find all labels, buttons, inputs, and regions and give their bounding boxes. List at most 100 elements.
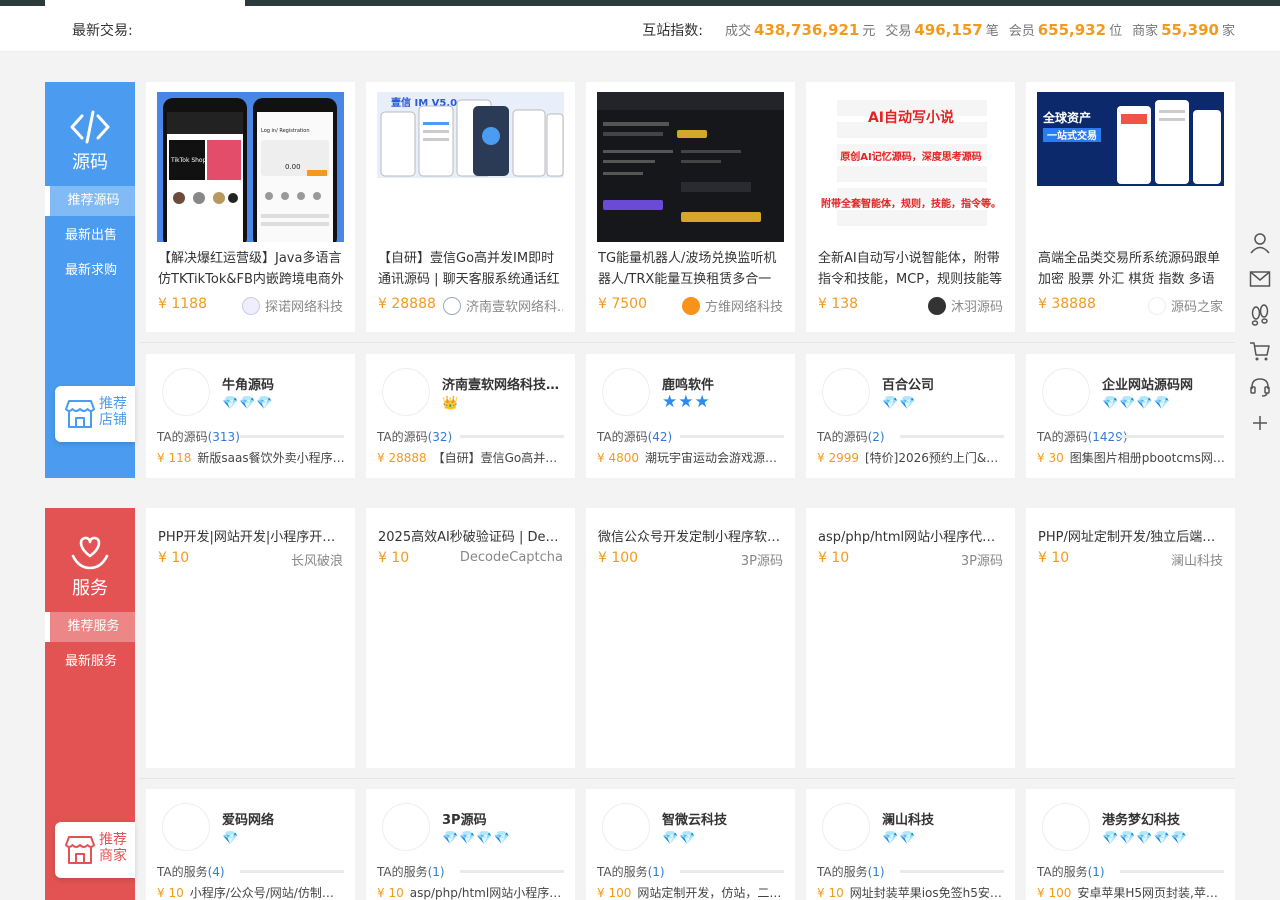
recommended-shops-button[interactable]: 推荐店铺: [55, 386, 135, 442]
merchant-logo[interactable]: [162, 803, 210, 851]
menu-latest-service[interactable]: 最新服务: [45, 647, 135, 677]
cart-icon[interactable]: [1249, 340, 1271, 362]
service-card[interactable]: PHP/网址定制开发/独立后端引流 ¥ 10 澜山科技: [1026, 508, 1235, 768]
service-seller[interactable]: 3P源码: [741, 550, 783, 569]
shop-card[interactable]: 企业网站源码网 💎💎💎💎 TA的源码(1429) ¥ 30 图集图片相册pboot…: [1026, 354, 1235, 478]
merchant-logo[interactable]: [1042, 803, 1090, 851]
shop-name[interactable]: 济南壹软网络科技有限公司: [442, 374, 564, 393]
product-thumbnail[interactable]: AI自动写小说 原创AI记忆源码，深度思考源码 附带全套智能体，规则，技能，指令…: [817, 92, 1004, 242]
shop-logo[interactable]: [162, 368, 210, 416]
shop-logo[interactable]: [602, 368, 650, 416]
merchant-card[interactable]: 港务梦幻科技 💎💎💎💎💎 TA的服务(1) ¥ 100 安卓苹果H5网页封装,苹果…: [1026, 789, 1235, 900]
service-card[interactable]: asp/php/html网站小程序代码修改 ¥ 10 3P源码: [806, 508, 1015, 768]
service-title[interactable]: 微信公众号开发定制小程序软件开发: [598, 526, 784, 545]
seller-avatar: [241, 296, 260, 315]
service-card[interactable]: PHP开发|网站开发|小程序开发|BUG修复 ¥ 10 长风破浪: [146, 508, 355, 768]
service-card[interactable]: 2025高效AI秒破验证码 | DecodeCaptcha ¥ 10 Decod…: [366, 508, 575, 768]
merchant-recent-item[interactable]: ¥ 10网址封装苹果ios免签h5安卓app: [817, 884, 1005, 900]
product-card[interactable]: 全球资产 一站式交易 高端全品类交易所系统源码跟单 加密 股票 外汇 棋货 指数…: [1026, 82, 1235, 332]
shop-card[interactable]: 百合公司 💎💎 TA的源码(2) ¥ 2999[特价]2026预约上门&预约到店…: [806, 354, 1015, 478]
shop-count: TA的源码(32): [377, 430, 453, 444]
mail-icon[interactable]: [1249, 268, 1271, 290]
recommended-merchants-label: 推荐商家: [99, 832, 127, 864]
service-title[interactable]: PHP/网址定制开发/独立后端引流: [1038, 526, 1224, 545]
merchant-name[interactable]: 爱码网络: [222, 809, 344, 828]
shop-card[interactable]: 济南壹软网络科技有限公司 👑 TA的源码(32) ¥ 28888【自研】壹信Go…: [366, 354, 575, 478]
product-thumbnail[interactable]: [597, 92, 784, 242]
product-card[interactable]: AI自动写小说 原创AI记忆源码，深度思考源码 附带全套智能体，规则，技能，指令…: [806, 82, 1015, 332]
product-seller[interactable]: 济南壹软网络科...: [443, 296, 563, 315]
source-side-panel: 源码 推荐源码 最新出售 最新求购 推荐店铺: [45, 82, 135, 478]
menu-recommended-service[interactable]: 推荐服务: [45, 612, 135, 642]
service-card[interactable]: 微信公众号开发定制小程序软件开发 ¥ 100 3P源码: [586, 508, 795, 768]
service-section-title[interactable]: 服务: [45, 574, 135, 600]
shop-name[interactable]: 鹿鸣软件: [662, 374, 784, 393]
merchant-count: TA的服务(1): [817, 865, 885, 879]
menu-latest-wanted[interactable]: 最新求购: [45, 256, 135, 286]
service-seller[interactable]: 长风破浪: [291, 550, 343, 569]
merchant-recent-item[interactable]: ¥ 100安卓苹果H5网页封装,苹果免签: [1037, 884, 1225, 900]
merchant-recent-item[interactable]: ¥ 100网站定制开发，仿站，二次开发: [597, 884, 785, 900]
shop-recent-item[interactable]: ¥ 28888【自研】壹信Go高并发IM即时通讯源码: [377, 449, 565, 466]
menu-latest-sale[interactable]: 最新出售: [45, 221, 135, 251]
shop-name[interactable]: 牛角源码: [222, 374, 344, 393]
shop-recent-item[interactable]: ¥ 30图集图片相册pbootcms网站模板: [1037, 449, 1225, 466]
product-title[interactable]: 高端全品类交易所系统源码跟单 加密 股票 外汇 棋货 指数 多语言综: [1038, 248, 1224, 290]
service-price: ¥ 100: [598, 550, 639, 566]
product-title[interactable]: 全新AI自动写小说智能体，附带指令和技能，MCP，规则技能等源码: [818, 248, 1004, 290]
merchant-name[interactable]: 港务梦幻科技: [1102, 809, 1224, 828]
product-card[interactable]: TikTok Shop Log in/ Registration 0.00 【解…: [146, 82, 355, 332]
menu-recommended-source[interactable]: 推荐源码: [45, 186, 135, 216]
merchant-logo[interactable]: [602, 803, 650, 851]
recommended-merchants-button[interactable]: 推荐商家: [55, 822, 135, 878]
footprint-icon[interactable]: [1249, 304, 1271, 326]
merchant-name[interactable]: 3P源码: [442, 809, 564, 828]
merchant-recent-item[interactable]: ¥ 10asp/php/html网站小程序代码修改: [377, 884, 565, 900]
shop-count: TA的源码(42): [597, 430, 673, 444]
merchant-logo[interactable]: [822, 803, 870, 851]
merchant-name[interactable]: 澜山科技: [882, 809, 1004, 828]
product-title[interactable]: 【解决爆红运营级】Java多语言仿TKTikTok&FB内嵌跨境电商外贸: [158, 248, 344, 290]
source-section-title[interactable]: 源码: [45, 148, 135, 174]
service-title[interactable]: PHP开发|网站开发|小程序开发|BUG修复: [158, 526, 344, 545]
shop-logo[interactable]: [1042, 368, 1090, 416]
bitcoin-icon: [681, 296, 700, 315]
product-title[interactable]: 【自研】壹信Go高并发IM即时通讯源码 | 聊天客服系统通话红包VI: [378, 248, 564, 290]
merchant-recent-item[interactable]: ¥ 10 小程序/公众号/网站/仿制开发: [157, 884, 345, 900]
product-card[interactable]: TG能量机器人/波场兑换监听机器人/TRX能量互换租赁多合一TG机 ¥ 7500…: [586, 82, 795, 332]
shop-card[interactable]: 牛角源码 💎💎💎 TA的源码(313) ¥ 118 新版saas餐饮外卖小程序源码: [146, 354, 355, 478]
product-seller[interactable]: 方维网络科技: [681, 296, 783, 315]
service-title[interactable]: 2025高效AI秒破验证码 | DecodeCaptcha: [378, 526, 564, 545]
shop-logo[interactable]: [382, 368, 430, 416]
merchant-card[interactable]: 澜山科技 💎💎 TA的服务(1) ¥ 10网址封装苹果ios免签h5安卓app: [806, 789, 1015, 900]
merchant-card[interactable]: 爱码网络 💎 TA的服务(4) ¥ 10 小程序/公众号/网站/仿制开发: [146, 789, 355, 900]
shop-count: TA的源码(2): [817, 430, 885, 444]
product-title[interactable]: TG能量机器人/波场兑换监听机器人/TRX能量互换租赁多合一TG机: [598, 248, 784, 290]
product-seller[interactable]: 沐羽源码: [927, 296, 1003, 315]
shop-recent-item[interactable]: ¥ 2999[特价]2026预约上门&预约到店系统: [817, 449, 1005, 466]
divider-line: [240, 870, 344, 873]
headset-icon[interactable]: [1249, 376, 1271, 398]
product-thumbnail[interactable]: TikTok Shop Log in/ Registration 0.00: [157, 92, 344, 242]
product-thumbnail[interactable]: 壹信 IM V5.0: [377, 92, 564, 242]
service-title[interactable]: asp/php/html网站小程序代码修改: [818, 526, 1004, 545]
shop-card[interactable]: 鹿鸣软件 ★★★ TA的源码(42) ¥ 4800潮玩宇宙运动会游戏源码系统: [586, 354, 795, 478]
service-seller[interactable]: 3P源码: [961, 550, 1003, 569]
service-seller[interactable]: 澜山科技: [1171, 550, 1223, 569]
service-seller[interactable]: DecodeCaptcha: [460, 550, 563, 565]
plus-icon[interactable]: [1249, 412, 1271, 434]
merchant-name[interactable]: 智微云科技: [662, 809, 784, 828]
shop-logo[interactable]: [822, 368, 870, 416]
product-seller[interactable]: 探诺网络科技: [241, 296, 343, 315]
shop-name[interactable]: 企业网站源码网: [1102, 374, 1224, 393]
product-seller[interactable]: 源码之家: [1147, 296, 1223, 315]
product-thumbnail[interactable]: 全球资产 一站式交易: [1037, 92, 1224, 242]
user-icon[interactable]: [1249, 232, 1271, 254]
merchant-logo[interactable]: [382, 803, 430, 851]
merchant-card[interactable]: 智微云科技 💎💎 TA的服务(1) ¥ 100网站定制开发，仿站，二次开发: [586, 789, 795, 900]
shop-name[interactable]: 百合公司: [882, 374, 1004, 393]
product-card[interactable]: 壹信 IM V5.0 【自研】壹信Go高并发IM即时通讯源码 | 聊天客服系统通…: [366, 82, 575, 332]
shop-recent-item[interactable]: ¥ 4800潮玩宇宙运动会游戏源码系统: [597, 449, 785, 466]
merchant-card[interactable]: 3P源码 💎💎💎💎 TA的服务(1) ¥ 10 asp/php/html网站小程序…: [366, 789, 575, 900]
shop-recent-item[interactable]: ¥ 118 新版saas餐饮外卖小程序源码: [157, 449, 345, 466]
